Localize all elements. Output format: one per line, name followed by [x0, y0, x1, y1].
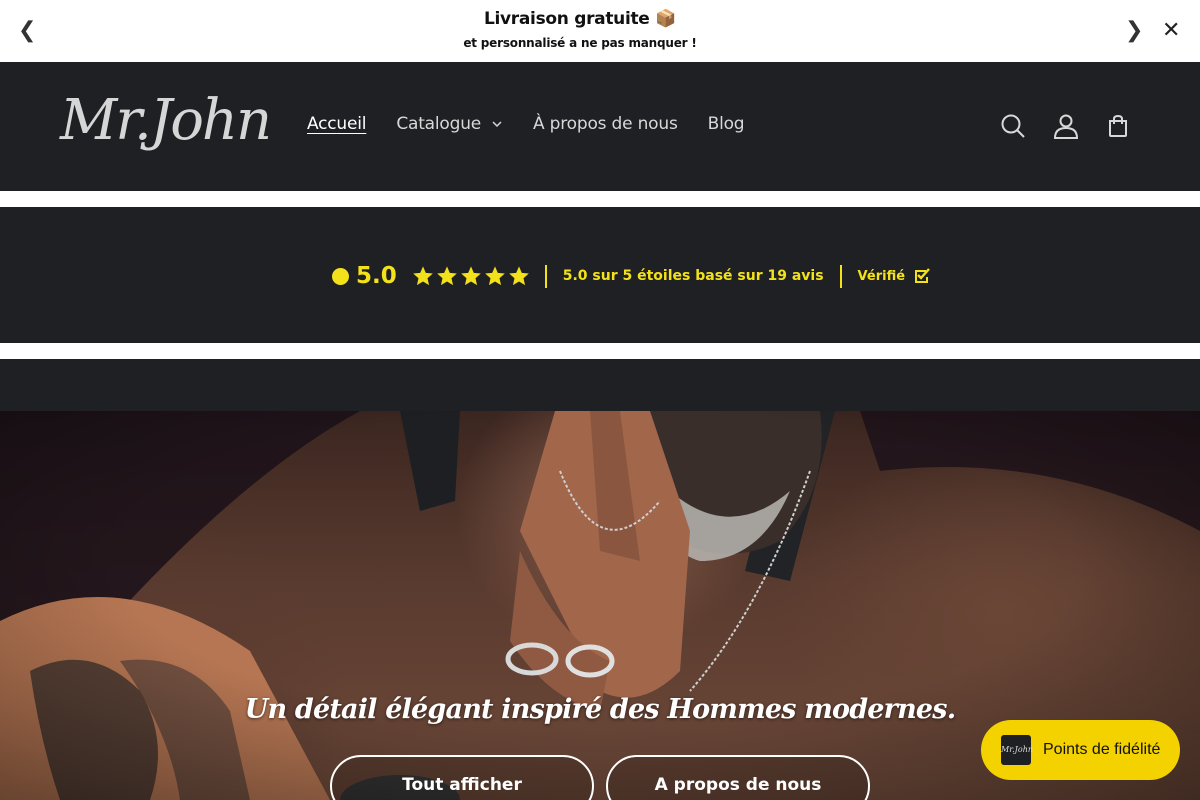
- site-header: Mr.John Accueil Catalogue À propos de no…: [0, 62, 1200, 191]
- announcement-bar: ❮ Livraison gratuite 📦 et personnalisé a…: [0, 0, 1200, 62]
- star-icon: [412, 266, 433, 286]
- star-icon: [460, 266, 481, 286]
- star-icon: [484, 266, 505, 286]
- view-all-button[interactable]: Tout afficher: [330, 755, 594, 800]
- reviews-banner: 5.0 5.0 sur 5 étoiles basé sur 19 avis V…: [0, 207, 1200, 343]
- cart-icon[interactable]: [1104, 112, 1132, 140]
- announcement-subtitle: et personnalisé a ne pas manquer !: [463, 36, 697, 50]
- star-icon: [508, 266, 529, 286]
- loyalty-points-button[interactable]: Mr.John Points de fidélité: [981, 720, 1180, 780]
- reviews-summary[interactable]: 5.0 5.0 sur 5 étoiles basé sur 19 avis V…: [332, 262, 931, 290]
- nav-home[interactable]: Accueil: [307, 114, 367, 134]
- star-rating: [412, 265, 530, 287]
- account-icon[interactable]: [1052, 112, 1080, 140]
- logo[interactable]: Mr.John: [60, 86, 272, 156]
- close-icon[interactable]: ✕: [1162, 18, 1180, 42]
- section-divider-strip: [0, 359, 1200, 411]
- verified-check-icon: [915, 268, 930, 283]
- next-announcement-icon[interactable]: ❯: [1125, 18, 1143, 42]
- search-icon[interactable]: [999, 112, 1027, 140]
- rating-score: 5.0: [356, 263, 397, 289]
- verified-label: Vérifié: [857, 268, 906, 284]
- star-icon: [436, 266, 457, 286]
- about-us-button[interactable]: A propos de nous: [606, 755, 870, 800]
- rating-dot-icon: [332, 267, 349, 285]
- reviews-summary-text: 5.0 sur 5 étoiles basé sur 19 avis: [562, 268, 824, 284]
- divider: [839, 264, 842, 288]
- nav-about[interactable]: À propos de nous: [533, 114, 678, 134]
- loyalty-logo: Mr.John: [1001, 735, 1033, 765]
- nav-catalog-label: Catalogue: [396, 114, 482, 134]
- main-nav: Accueil Catalogue À propos de nous Blog: [307, 114, 774, 134]
- loyalty-label: Points de fidélité: [1043, 741, 1161, 758]
- chevron-down-icon: [492, 121, 502, 128]
- announcement-title: Livraison gratuite 📦: [483, 9, 677, 29]
- nav-blog[interactable]: Blog: [708, 114, 745, 134]
- nav-catalog[interactable]: Catalogue: [396, 114, 503, 134]
- divider: [544, 264, 547, 288]
